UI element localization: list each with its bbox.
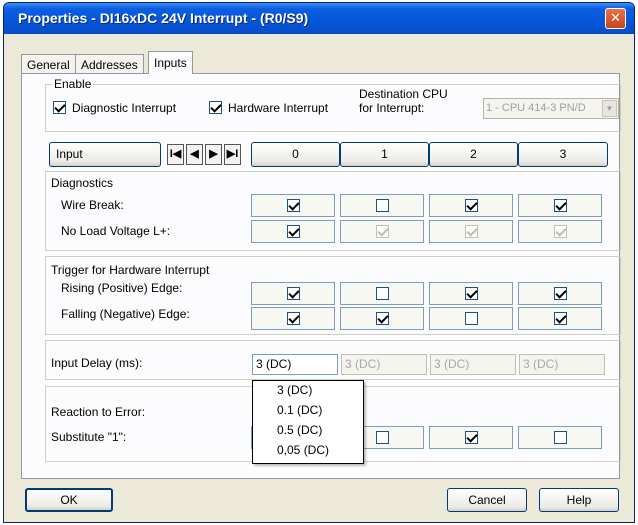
rising-edge-cell-3 [518,282,602,305]
substitute-cell-3 [518,426,602,449]
trigger-title: Trigger for Hardware Interrupt [51,263,210,277]
diagnostics-title: Diagnostics [51,176,114,190]
falling-edge-checkbox-1[interactable] [376,312,389,325]
falling-edge-cell-2 [429,307,513,330]
rising-edge-checkbox-2[interactable] [465,287,478,300]
destination-cpu-select[interactable]: 1 - CPU 414-3 PN/D ▼ [483,98,619,119]
nav-prev-icon[interactable]: ◀ [186,144,203,165]
input-header-button[interactable]: Input [49,142,161,167]
no-load-voltage-checkbox-2 [465,225,478,238]
rising-edge-checkbox-1[interactable] [376,287,389,300]
tab-inputs[interactable]: Inputs [148,51,193,74]
tab-general[interactable]: General [21,54,76,73]
reaction-to-error-label: Reaction to Error: [51,405,146,419]
nav-last-icon[interactable]: ▶I [224,144,241,165]
substitute-checkbox-2[interactable] [465,431,478,444]
no-load-voltage-cell-1 [340,220,424,243]
nav-first-icon[interactable]: I◀ [167,144,184,165]
no-load-voltage-checkbox-1 [376,225,389,238]
rising-edge-label: Rising (Positive) Edge: [61,281,183,295]
input-delay-field-2: 3 (DC) [430,354,516,375]
delay-option-3[interactable]: 0,05 (DC) [253,441,363,461]
rising-edge-cell-0 [251,282,335,305]
destination-cpu-label-line2: for Interrupt: [359,101,425,115]
destination-cpu-label: Destination CPU for Interrupt: [359,87,448,115]
substitute-label: Substitute "1": [51,430,127,444]
column-header-3[interactable]: 3 [518,142,608,167]
cancel-button[interactable]: Cancel [447,488,527,512]
window-title: Properties - DI16xDC 24V Interrupt - (R0… [18,10,309,26]
falling-edge-cell-3 [518,307,602,330]
input-delay-field-3: 3 (DC) [519,354,605,375]
diagnostic-interrupt-label: Diagnostic Interrupt [72,101,177,115]
substitute-checkbox-1[interactable] [376,431,389,444]
input-delay-field-0[interactable]: 3 (DC) [252,354,338,375]
delay-option-0[interactable]: 3 (DC) [253,381,363,401]
diagnostic-interrupt-checkbox[interactable]: Diagnostic Interrupt [53,101,176,115]
channel-navigator: I◀ ◀ ▶ ▶I [167,142,247,167]
substitute-checkbox-3[interactable] [554,431,567,444]
falling-edge-checkbox-2[interactable] [465,312,478,325]
wire-break-checkbox-3[interactable] [554,199,567,212]
wire-break-checkbox-0[interactable] [287,199,300,212]
tab-addresses[interactable]: Addresses [75,54,144,73]
no-load-voltage-label: No Load Voltage L+: [61,224,171,238]
rising-edge-checkbox-3[interactable] [554,287,567,300]
hardware-interrupt-label: Hardware Interrupt [228,101,329,115]
hardware-interrupt-checkbox[interactable]: Hardware Interrupt [209,101,328,115]
input-delay-dropdown: 3 (DC) 0.1 (DC) 0.5 (DC) 0,05 (DC) [252,380,364,464]
chevron-down-icon[interactable]: ▼ [602,100,617,117]
close-button[interactable]: ✕ [605,8,626,29]
no-load-voltage-checkbox-3 [554,225,567,238]
column-header-0[interactable]: 0 [251,142,340,167]
no-load-voltage-cell-0 [251,220,335,243]
destination-cpu-label-line1: Destination CPU [359,87,448,101]
diagnostic-interrupt-check[interactable] [53,101,66,114]
help-button[interactable]: Help [539,488,619,512]
nav-next-icon[interactable]: ▶ [205,144,222,165]
wire-break-cell-0 [251,194,335,217]
hardware-interrupt-check[interactable] [209,101,222,114]
wire-break-cell-3 [518,194,602,217]
no-load-voltage-checkbox-0[interactable] [287,225,300,238]
properties-dialog: Properties - DI16xDC 24V Interrupt - (R0… [3,2,635,523]
no-load-voltage-cell-2 [429,220,513,243]
falling-edge-label: Falling (Negative) Edge: [61,307,190,321]
input-delay-label: Input Delay (ms): [51,356,143,370]
enable-group: Enable Diagnostic Interrupt Hardware Int… [45,77,621,132]
destination-cpu-value: 1 - CPU 414-3 PN/D [486,102,586,114]
ok-button[interactable]: OK [25,488,113,512]
rising-edge-cell-1 [340,282,424,305]
no-load-voltage-cell-3 [518,220,602,243]
wire-break-label: Wire Break: [61,198,124,212]
falling-edge-cell-1 [340,307,424,330]
input-delay-field-1: 3 (DC) [341,354,427,375]
substitute-cell-2 [429,426,513,449]
rising-edge-checkbox-0[interactable] [287,287,300,300]
wire-break-cell-1 [340,194,424,217]
title-bar[interactable]: Properties - DI16xDC 24V Interrupt - (R0… [4,3,634,34]
wire-break-checkbox-1[interactable] [376,199,389,212]
enable-legend: Enable [52,77,94,91]
falling-edge-checkbox-0[interactable] [287,312,300,325]
falling-edge-checkbox-3[interactable] [554,312,567,325]
delay-option-2[interactable]: 0.5 (DC) [253,421,363,441]
rising-edge-cell-2 [429,282,513,305]
delay-option-1[interactable]: 0.1 (DC) [253,401,363,421]
wire-break-cell-2 [429,194,513,217]
column-header-2[interactable]: 2 [429,142,518,167]
falling-edge-cell-0 [251,307,335,330]
column-header-1[interactable]: 1 [340,142,429,167]
wire-break-checkbox-2[interactable] [465,199,478,212]
